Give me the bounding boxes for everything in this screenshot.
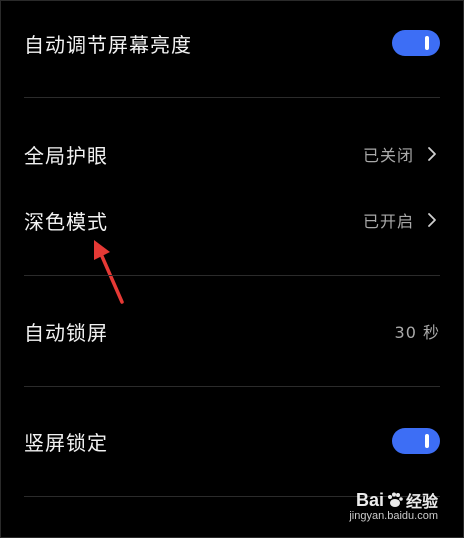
setting-value-group: 已关闭 bbox=[363, 142, 440, 166]
setting-label-eye-protection: 全局护眼 bbox=[24, 143, 108, 168]
setting-value-eye-protection: 已关闭 bbox=[362, 146, 414, 165]
red-arrow-annotation-icon bbox=[94, 240, 124, 304]
setting-row-eye-protection[interactable]: 全局护眼 已关闭 bbox=[0, 124, 464, 184]
toggle-knob-icon bbox=[425, 36, 429, 50]
auto-brightness-toggle[interactable] bbox=[392, 30, 440, 56]
setting-value-auto-lock: 30 秒 bbox=[394, 323, 440, 342]
setting-row-auto-brightness[interactable]: 自动调节屏幕亮度 bbox=[0, 13, 464, 73]
setting-value-group: 已开启 bbox=[363, 208, 440, 232]
baidu-jingyan-watermark: Bai 经验 jingyan.baidu.com bbox=[318, 488, 438, 528]
setting-value-dark-mode: 已开启 bbox=[362, 212, 414, 231]
setting-row-dark-mode[interactable]: 深色模式 已开启 bbox=[0, 190, 464, 250]
watermark-brand-text: Bai bbox=[355, 489, 384, 510]
divider bbox=[24, 386, 440, 387]
paw-icon bbox=[387, 492, 403, 507]
setting-label-dark-mode: 深色模式 bbox=[24, 209, 108, 234]
setting-label-portrait-lock: 竖屏锁定 bbox=[24, 430, 108, 455]
setting-row-portrait-lock[interactable]: 竖屏锁定 bbox=[0, 411, 464, 471]
toggle-knob-icon bbox=[425, 434, 429, 448]
setting-label-auto-lock: 自动锁屏 bbox=[24, 320, 108, 345]
watermark-url: jingyan.baidu.com bbox=[349, 510, 438, 522]
chevron-right-icon bbox=[428, 147, 436, 161]
chevron-right-icon bbox=[428, 213, 436, 227]
setting-row-auto-lock[interactable]: 自动锁屏 30 秒 bbox=[0, 301, 464, 361]
divider bbox=[24, 97, 440, 98]
watermark-logo: Bai 经验 bbox=[356, 488, 438, 512]
watermark-brand-suffix: 经验 bbox=[405, 494, 438, 511]
portrait-lock-toggle[interactable] bbox=[392, 428, 440, 454]
setting-label-auto-brightness: 自动调节屏幕亮度 bbox=[24, 32, 192, 57]
divider bbox=[24, 275, 440, 276]
